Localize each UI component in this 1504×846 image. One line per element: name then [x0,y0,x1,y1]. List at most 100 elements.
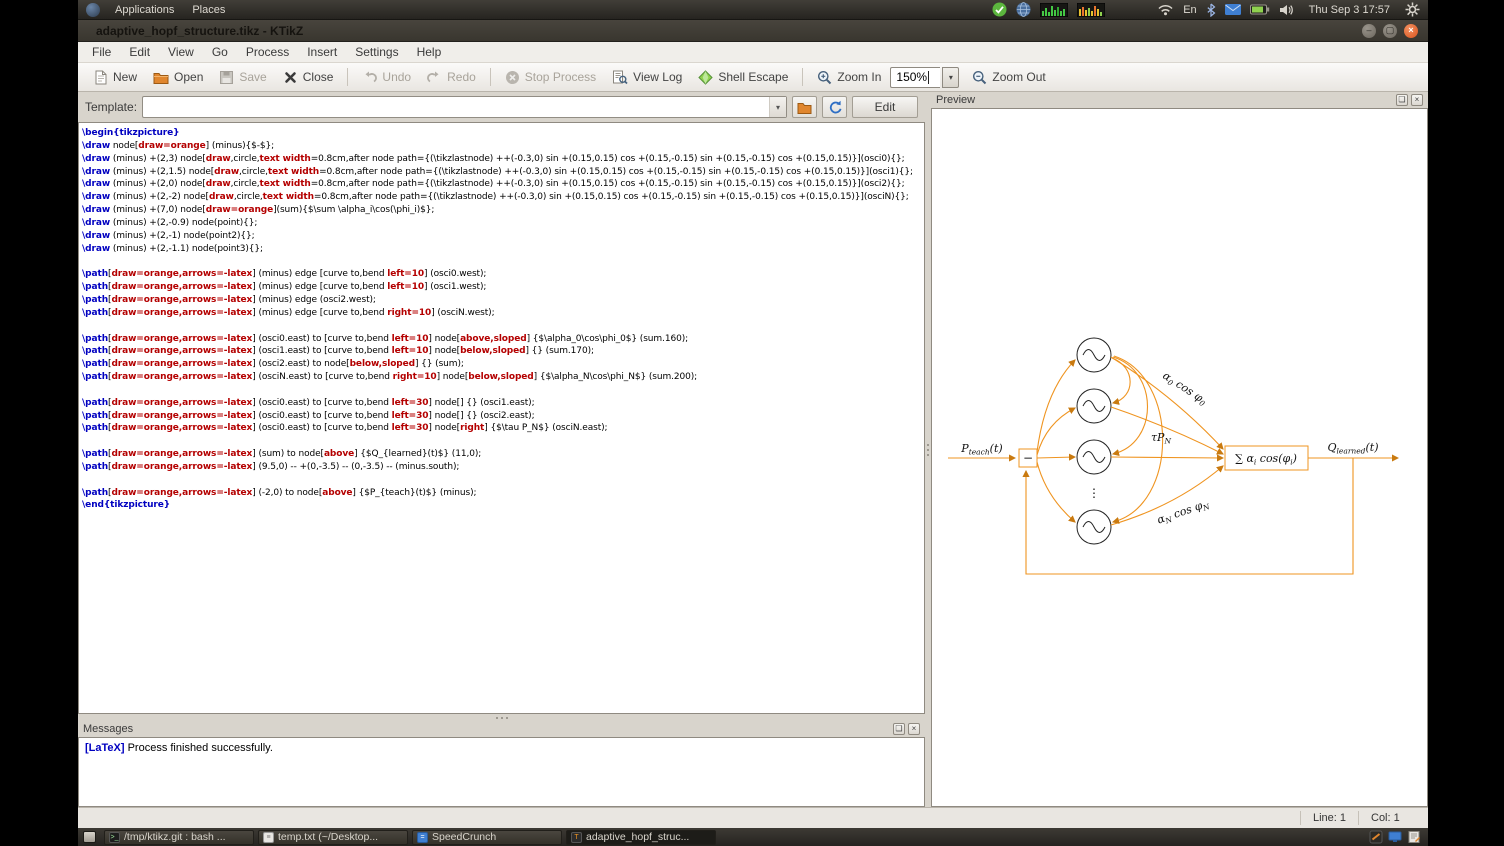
undo-button: Undo [355,67,418,87]
code-line: \path[draw=orange,arrows=-latex] (9.5,0)… [82,461,924,474]
code-line: \path[draw=orange,arrows=-latex] (osciN.… [82,371,924,384]
template-dropdown-arrow[interactable]: ▾ [769,97,786,117]
bottom-taskbar: >_ /tmp/ktikz.git : bash ... ≡ temp.txt … [78,828,1428,846]
stop-icon [505,70,520,85]
preview-header: Preview ❏ × [931,92,1428,108]
code-line: \path[draw=orange,arrows=-latex] (osci0.… [82,410,924,423]
menu-go[interactable]: Go [204,43,236,61]
cpu-monitor-widget[interactable] [1040,3,1068,17]
code-editor[interactable]: \begin{tikzpicture}\draw node[draw=orang… [78,122,925,714]
mail-icon[interactable] [1225,4,1241,15]
toolbar-separator [802,68,803,86]
maximize-button[interactable]: ▢ [1383,24,1397,38]
template-open-button[interactable] [792,96,817,118]
code-line [82,320,924,333]
zoom-in-button[interactable]: Zoom In [810,67,888,88]
applications-menu[interactable]: Applications [108,3,181,17]
code-line: \draw (minus) +(2,-1) node(point2){}; [82,230,924,243]
update-ok-icon[interactable] [992,2,1007,17]
view-log-button[interactable]: View Log [605,67,689,88]
message-line: [LaTeX] Process finished successfully. [85,742,918,754]
diagram-arrows [948,356,1398,574]
menu-insert[interactable]: Insert [299,43,345,61]
keyboard-layout-indicator[interactable]: En [1183,4,1196,16]
network-globe-icon[interactable] [1016,2,1031,17]
taskbar-item-speedcrunch[interactable]: = SpeedCrunch [412,830,562,845]
open-folder-icon [153,70,169,85]
zoom-out-icon [972,70,987,85]
window-list-icon[interactable] [83,831,96,843]
taskbar-corner-icons [1369,830,1421,844]
code-line: \path[draw=orange,arrows=-latex] (minus)… [82,294,924,307]
reload-icon [828,100,842,114]
text-caret [928,71,929,84]
notes-icon[interactable] [1407,830,1421,844]
code-line: \path[draw=orange,arrows=-latex] (osci0.… [82,397,924,410]
template-reload-button[interactable] [822,96,847,118]
messages-close-icon[interactable]: × [908,723,920,735]
zoom-dropdown-arrow[interactable]: ▾ [942,67,959,88]
status-line: Line: 1 [1300,811,1358,825]
label-p-teach: Pteach(t) [960,442,1002,457]
volume-icon[interactable] [1279,4,1294,16]
code-line: \path[draw=orange,arrows=-latex] (minus)… [82,307,924,320]
code-line: \path[draw=orange,arrows=-latex] (osci1.… [82,345,924,358]
messages-title: Messages [83,723,890,735]
code-line: \draw (minus) +(7,0) node[draw=orange](s… [82,204,924,217]
code-line [82,384,924,397]
bluetooth-icon[interactable] [1206,3,1216,17]
menu-help[interactable]: Help [409,43,450,61]
code-line: \begin{tikzpicture} [82,127,924,140]
template-combobox[interactable]: ▾ [142,96,787,118]
battery-icon[interactable] [1250,4,1270,15]
menu-file[interactable]: File [84,43,119,61]
desktop-screen: Applications Places En Thu Sep 3 17:57 a… [78,0,1428,846]
stop-process-button: Stop Process [498,67,603,88]
redo-button: Redo [420,67,483,87]
close-x-icon [283,70,298,85]
close-file-button[interactable]: Close [276,67,341,88]
horizontal-splitter[interactable] [78,714,925,721]
template-edit-button[interactable]: Edit [852,96,918,118]
label-tau-pn: τPN [1151,431,1172,446]
code-line: \path[draw=orange,arrows=-latex] (osci2.… [82,358,924,371]
package-icon[interactable] [1369,830,1383,844]
code-line: \path[draw=orange,arrows=-latex] (-2,0) … [82,487,924,500]
calculator-icon: = [417,832,428,843]
load-monitor-widget[interactable] [1077,3,1105,17]
preview-canvas[interactable]: Pteach(t) − ⋮ ∑ αi cos(φi) α0 cos φ0 τPN… [931,108,1428,807]
shell-escape-button[interactable]: Shell Escape [691,67,795,88]
minimize-button[interactable]: – [1362,24,1376,38]
menu-settings[interactable]: Settings [347,43,406,61]
open-button[interactable]: Open [146,67,210,88]
distro-logo-icon[interactable] [86,3,100,17]
template-label: Template: [85,100,137,114]
display-icon[interactable] [1388,830,1402,844]
preview-close-icon[interactable]: × [1411,94,1423,106]
places-menu[interactable]: Places [185,3,232,17]
code-line: \path[draw=orange,arrows=-latex] (minus)… [82,281,924,294]
zoom-level-input[interactable]: 150% [890,67,940,88]
taskbar-item-ktikz[interactable]: T adaptive_hopf_struc... [566,830,716,845]
zoom-out-button[interactable]: Zoom Out [965,67,1052,88]
wifi-icon[interactable] [1157,3,1174,16]
menu-process[interactable]: Process [238,43,297,61]
code-line: \draw node[draw=orange] (minus){$-$}; [82,140,924,153]
close-button[interactable]: × [1404,24,1418,38]
new-document-icon [93,70,108,85]
new-button[interactable]: New [86,67,144,88]
menu-view[interactable]: View [160,43,202,61]
label-alphaN: αN cos φN [1155,497,1211,528]
window-titlebar[interactable]: adaptive_hopf_structure.tikz - KTikZ – ▢… [78,20,1428,42]
template-row: Template: ▾ Edit [78,92,925,122]
code-line: \draw (minus) +(2,0) node[draw,circle,te… [82,178,924,191]
label-sum: ∑ αi cos(φi) [1235,452,1297,467]
clock[interactable]: Thu Sep 3 17:57 [1309,4,1390,16]
taskbar-item-terminal[interactable]: >_ /tmp/ktikz.git : bash ... [104,830,254,845]
taskbar-item-text-editor[interactable]: ≡ temp.txt (~/Desktop... [258,830,408,845]
redo-icon [427,70,442,84]
session-gear-icon[interactable] [1405,2,1420,17]
preview-float-icon[interactable]: ❏ [1396,94,1408,106]
messages-float-icon[interactable]: ❏ [893,723,905,735]
menu-edit[interactable]: Edit [121,43,158,61]
